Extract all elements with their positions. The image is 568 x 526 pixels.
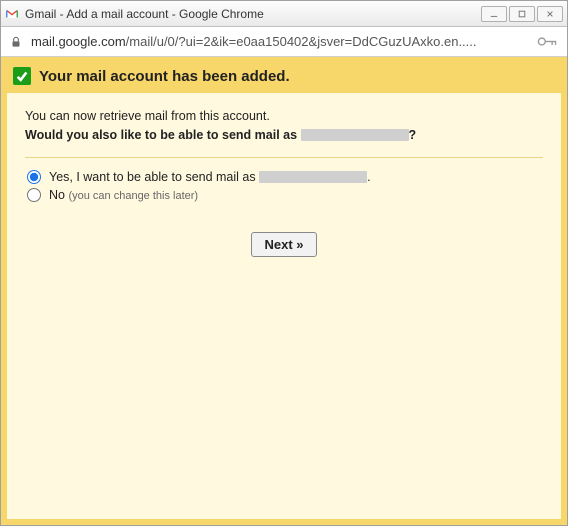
redacted-email-2 bbox=[259, 171, 367, 183]
separator bbox=[25, 157, 543, 158]
lock-icon bbox=[9, 35, 23, 49]
window-title: Gmail - Add a mail account - Google Chro… bbox=[25, 7, 481, 21]
radio-no[interactable] bbox=[27, 188, 41, 202]
option-yes-prefix: Yes, I want to be able to send mail as bbox=[49, 170, 256, 184]
banner-heading: Your mail account has been added. bbox=[39, 68, 290, 85]
option-no-text: No bbox=[49, 188, 65, 202]
titlebar: Gmail - Add a mail account - Google Chro… bbox=[1, 1, 567, 27]
content-area: Your mail account has been added. You ca… bbox=[1, 57, 567, 525]
radio-yes[interactable] bbox=[27, 170, 41, 184]
redacted-email bbox=[301, 129, 409, 141]
intro-line2-b: ? bbox=[409, 128, 417, 142]
maximize-button[interactable] bbox=[509, 6, 535, 22]
url-domain: mail.google.com bbox=[31, 34, 126, 49]
key-icon[interactable] bbox=[537, 35, 559, 49]
option-yes[interactable]: Yes, I want to be able to send mail as . bbox=[25, 170, 543, 184]
window-controls bbox=[481, 6, 563, 22]
intro-line2-a: Would you also like to be able to send m… bbox=[25, 128, 297, 142]
gmail-favicon-icon bbox=[5, 7, 19, 21]
address-bar[interactable]: mail.google.com/mail/u/0/?ui=2&ik=e0aa15… bbox=[1, 27, 567, 57]
send-as-options: Yes, I want to be able to send mail as .… bbox=[25, 170, 543, 202]
close-button[interactable] bbox=[537, 6, 563, 22]
intro-line2: Would you also like to be able to send m… bbox=[25, 126, 543, 145]
intro-line1: You can now retrieve mail from this acco… bbox=[25, 107, 543, 126]
panel: You can now retrieve mail from this acco… bbox=[7, 93, 561, 519]
minimize-button[interactable] bbox=[481, 6, 507, 22]
next-button[interactable]: Next » bbox=[251, 232, 316, 257]
button-row: Next » bbox=[25, 232, 543, 257]
success-banner: Your mail account has been added. bbox=[7, 63, 561, 93]
check-icon bbox=[13, 67, 31, 85]
chrome-window: Gmail - Add a mail account - Google Chro… bbox=[0, 0, 568, 526]
option-yes-label: Yes, I want to be able to send mail as . bbox=[49, 170, 371, 184]
option-no[interactable]: No (you can change this later) bbox=[25, 188, 543, 202]
url-text: mail.google.com/mail/u/0/?ui=2&ik=e0aa15… bbox=[31, 34, 531, 49]
option-yes-suffix: . bbox=[367, 170, 370, 184]
option-no-label: No (you can change this later) bbox=[49, 188, 198, 202]
option-no-hint: (you can change this later) bbox=[68, 190, 198, 202]
url-path: /mail/u/0/?ui=2&ik=e0aa150402&jsver=DdCG… bbox=[126, 34, 477, 49]
intro-text: You can now retrieve mail from this acco… bbox=[25, 107, 543, 145]
